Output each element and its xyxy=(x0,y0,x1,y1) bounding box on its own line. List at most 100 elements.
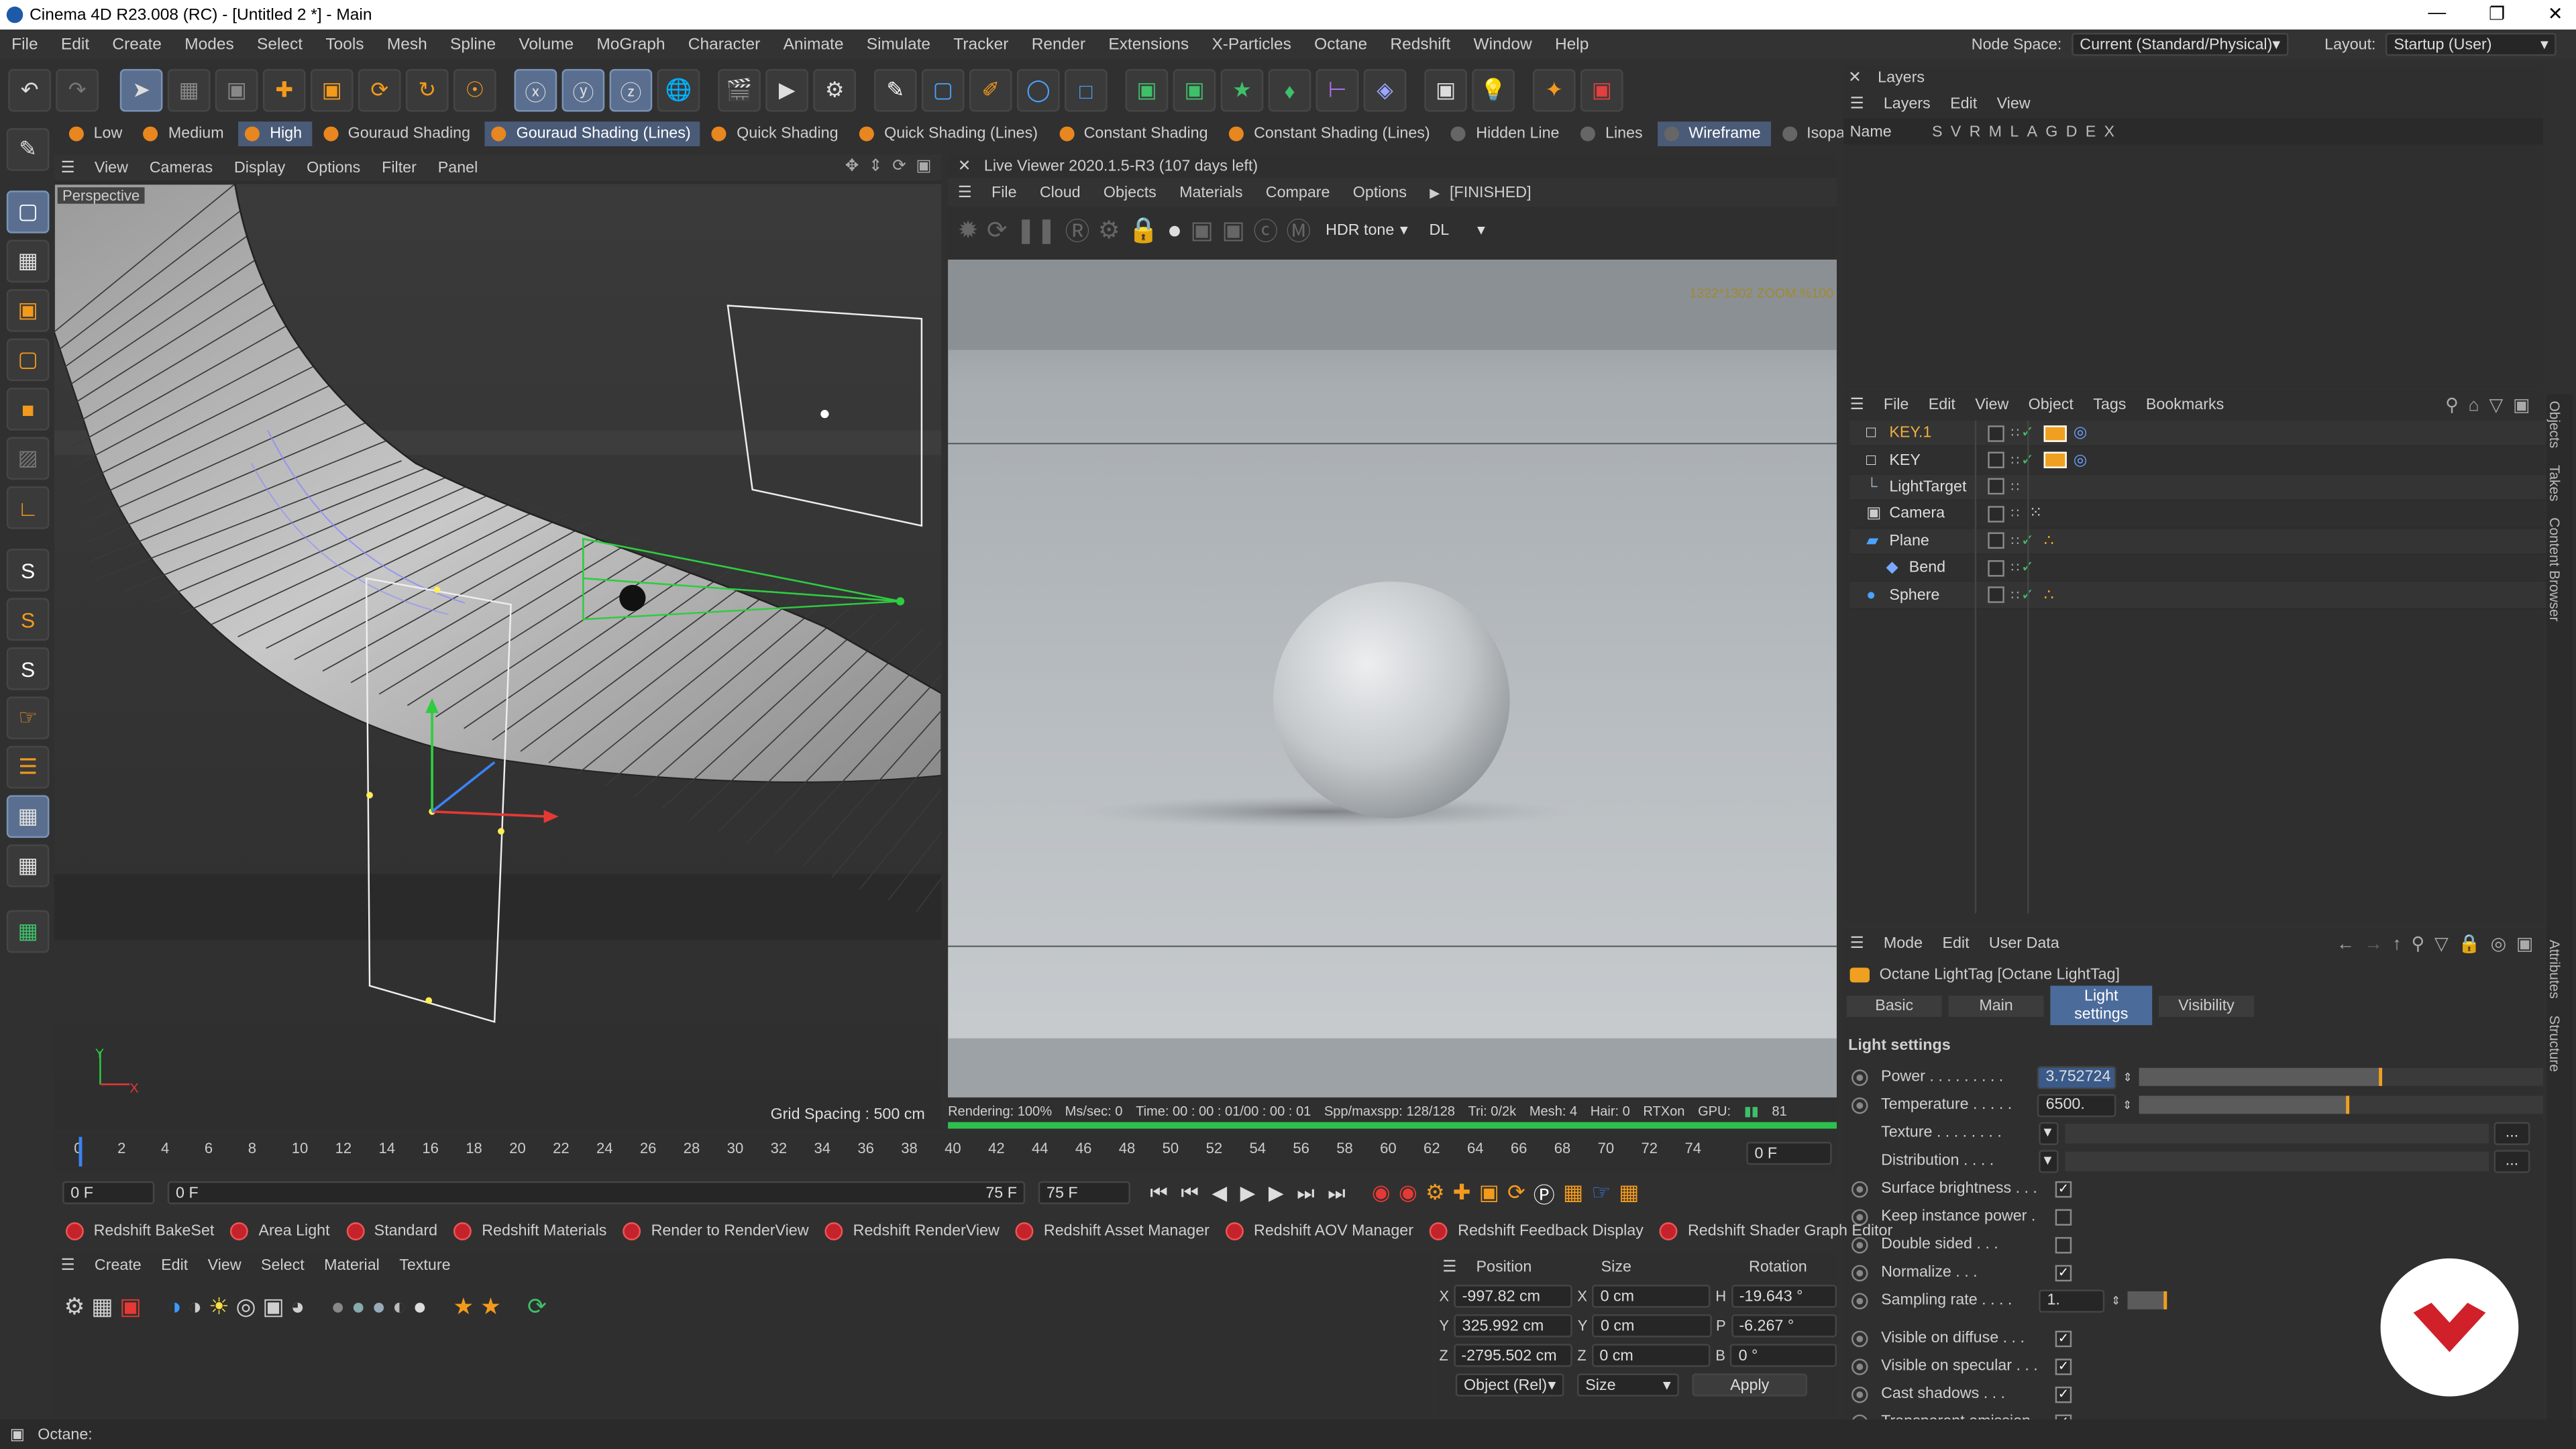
menu-select[interactable]: Select xyxy=(257,36,303,54)
layout-switch-icon[interactable]: ▦ xyxy=(6,910,50,953)
edges-mode-icon[interactable]: ▢ xyxy=(6,338,50,382)
cast-shadows-checkbox[interactable]: ✓ xyxy=(2055,1385,2072,1403)
rs-redshift-asset-manager-button[interactable]: Redshift Asset Manager xyxy=(1016,1221,1210,1240)
render-canvas[interactable]: 1322*1302 ZOOM:%100 xyxy=(948,259,1837,1097)
scene-icon[interactable]: ★ xyxy=(1220,68,1264,112)
menu-tracker[interactable]: Tracker xyxy=(953,36,1008,54)
visibility-dots-icon[interactable]: ∷ xyxy=(2011,533,2019,548)
record-icon[interactable]: ◉ xyxy=(1372,1179,1391,1205)
rs-redshift-bakeset-button[interactable]: Redshift BakeSet xyxy=(65,1221,214,1240)
visibility-dots-icon[interactable]: ∷ xyxy=(2011,588,2019,602)
key-position-icon[interactable]: ✚ xyxy=(1453,1179,1471,1205)
lv-menu-objects[interactable]: Objects xyxy=(1104,183,1157,201)
live-select-icon[interactable]: ▦ xyxy=(167,68,211,112)
visibility-dots-icon[interactable]: ∷ xyxy=(2011,426,2019,441)
key-pla-icon[interactable]: ▦ xyxy=(1563,1179,1583,1205)
effector-icon[interactable]: ▣ xyxy=(1173,68,1216,112)
rs-redshift-materials-button[interactable]: Redshift Materials xyxy=(453,1221,606,1240)
generator-icon[interactable]: ◯ xyxy=(1016,68,1060,112)
restart-icon[interactable]: ⟳ xyxy=(987,215,1008,245)
deformer-icon[interactable]: □ xyxy=(1064,68,1108,112)
layer-flag-r[interactable]: R xyxy=(1970,122,1981,140)
layer-flag-s[interactable]: S xyxy=(1932,122,1943,140)
menu-volume[interactable]: Volume xyxy=(519,36,574,54)
attr-menu-edit[interactable]: Edit xyxy=(1942,934,1969,952)
menu-window[interactable]: Window xyxy=(1474,36,1532,54)
light-material-1-icon[interactable]: ★ xyxy=(453,1292,474,1320)
tone-select[interactable]: HDR tone ▾ xyxy=(1319,219,1414,241)
material-menu-material[interactable]: Material xyxy=(324,1256,380,1274)
search-icon[interactable]: ⚲ xyxy=(2445,394,2459,415)
render-material-icon[interactable]: ▣ xyxy=(119,1292,141,1320)
hamburger-icon[interactable]: ☰ xyxy=(61,1256,75,1274)
prev-key-icon[interactable]: ⏮ xyxy=(1181,1181,1198,1205)
y-axis-icon[interactable]: ⓨ xyxy=(561,68,605,112)
scale-icon[interactable]: ▣ xyxy=(310,68,354,112)
render-settings-icon[interactable]: ⚙ xyxy=(813,68,856,112)
menu-help[interactable]: Help xyxy=(1555,36,1589,54)
spinner-icon[interactable]: ⇕ xyxy=(2123,1098,2132,1112)
menu-character[interactable]: Character xyxy=(688,36,761,54)
attr-menu-mode[interactable]: Mode xyxy=(1884,934,1923,952)
material-menu-texture[interactable]: Texture xyxy=(399,1256,450,1274)
apply-button[interactable]: Apply xyxy=(1692,1373,1807,1397)
normalize-checkbox[interactable]: ✓ xyxy=(2055,1264,2072,1281)
rs-redshift-feedback-display-button[interactable]: Redshift Feedback Display xyxy=(1430,1221,1644,1240)
menu-redshift[interactable]: Redshift xyxy=(1390,36,1450,54)
power-slider[interactable] xyxy=(2139,1067,2544,1086)
visible-on-specular-checkbox[interactable]: ✓ xyxy=(2055,1358,2072,1375)
motion-blur-icon[interactable]: Ⓜ xyxy=(1286,213,1311,247)
animate-dot-icon[interactable] xyxy=(1851,1264,1868,1281)
rs-redshift-aov-manager-button[interactable]: Redshift AOV Manager xyxy=(1226,1221,1413,1240)
locked-workplane-icon[interactable]: ▦ xyxy=(6,844,50,888)
material-ball-icon[interactable]: ● xyxy=(1167,216,1182,244)
sampling-rate-input[interactable]: 1. xyxy=(2039,1289,2105,1312)
animate-dot-icon[interactable] xyxy=(1851,1358,1868,1375)
menu-create[interactable]: Create xyxy=(112,36,162,54)
animate-dot-icon[interactable] xyxy=(1851,1330,1868,1346)
layout-select[interactable]: Startup (User) ▾ xyxy=(2385,32,2557,56)
attr-tab-basic[interactable]: Basic xyxy=(1846,994,1942,1016)
snap-icon[interactable]: S xyxy=(6,548,50,592)
rs-render-to-renderview-button[interactable]: Render to RenderView xyxy=(623,1221,809,1240)
visibility-dots-icon[interactable]: ∷ xyxy=(2011,560,2019,575)
shading-hidden-line[interactable]: Hidden Line xyxy=(1445,121,1569,146)
axis-mode-icon[interactable]: ∟ xyxy=(6,486,50,529)
material-ball-4-icon[interactable]: ◐ xyxy=(392,1293,407,1319)
menu-edit[interactable]: Edit xyxy=(61,36,89,54)
texture-mode-icon[interactable]: ▦ xyxy=(6,239,50,283)
visibility-dots-icon[interactable]: ∷ xyxy=(2011,480,2019,494)
spinner-icon[interactable]: ⇕ xyxy=(2111,1294,2121,1307)
settings-icon[interactable]: ⚙ xyxy=(1098,215,1120,245)
tag-icon[interactable]: ◈ xyxy=(1363,68,1407,112)
lv-menu-options[interactable]: Options xyxy=(1353,183,1407,201)
cube-icon[interactable]: ▢ xyxy=(921,68,965,112)
new-window-icon[interactable]: ▣ xyxy=(2516,933,2533,954)
attr-menu-userdata[interactable]: User Data xyxy=(1989,934,2059,952)
camera-tag-icon[interactable]: ⁙ xyxy=(2029,505,2043,523)
sphere-object[interactable] xyxy=(619,584,646,612)
spinner-icon[interactable]: ⇕ xyxy=(2123,1071,2132,1083)
side-tab-objects[interactable]: Objects xyxy=(2546,401,2563,449)
dolly-icon[interactable]: ⇕ xyxy=(869,158,883,176)
visible-on-diffuse-checkbox[interactable]: ✓ xyxy=(2055,1330,2072,1346)
coord-size-mode-select[interactable]: Size ▾ xyxy=(1577,1373,1679,1397)
shading-quick-shading[interactable]: Quick Shading xyxy=(706,121,849,146)
viewport-menu-panel[interactable]: Panel xyxy=(438,158,478,176)
layer-flag-g[interactable]: G xyxy=(2045,122,2057,140)
rotation-h-input[interactable]: -19.643 ° xyxy=(1731,1285,1837,1308)
hamburger-icon[interactable]: ☰ xyxy=(1850,395,1864,413)
position-x-input[interactable]: -997.82 cm xyxy=(1454,1285,1572,1308)
hamburger-icon[interactable]: ☰ xyxy=(1850,95,1864,113)
play-icon[interactable]: ▶ xyxy=(1240,1181,1256,1204)
lv-menu-materials[interactable]: Materials xyxy=(1179,183,1242,201)
shading-lines[interactable]: Lines xyxy=(1574,121,1653,146)
octane-light-tag-icon[interactable] xyxy=(2043,425,2067,442)
rotation-p-input[interactable]: -6.267 ° xyxy=(1731,1314,1837,1338)
menu-animate[interactable]: Animate xyxy=(784,36,844,54)
shading-gouraud-shading[interactable]: Gouraud Shading xyxy=(317,121,480,146)
position-y-input[interactable]: 325.992 cm xyxy=(1454,1314,1573,1338)
joint-icon[interactable]: ⊢ xyxy=(1316,68,1359,112)
auto-key-icon[interactable]: ◉ xyxy=(1399,1179,1417,1205)
layer-flag-x[interactable]: X xyxy=(2104,122,2115,140)
